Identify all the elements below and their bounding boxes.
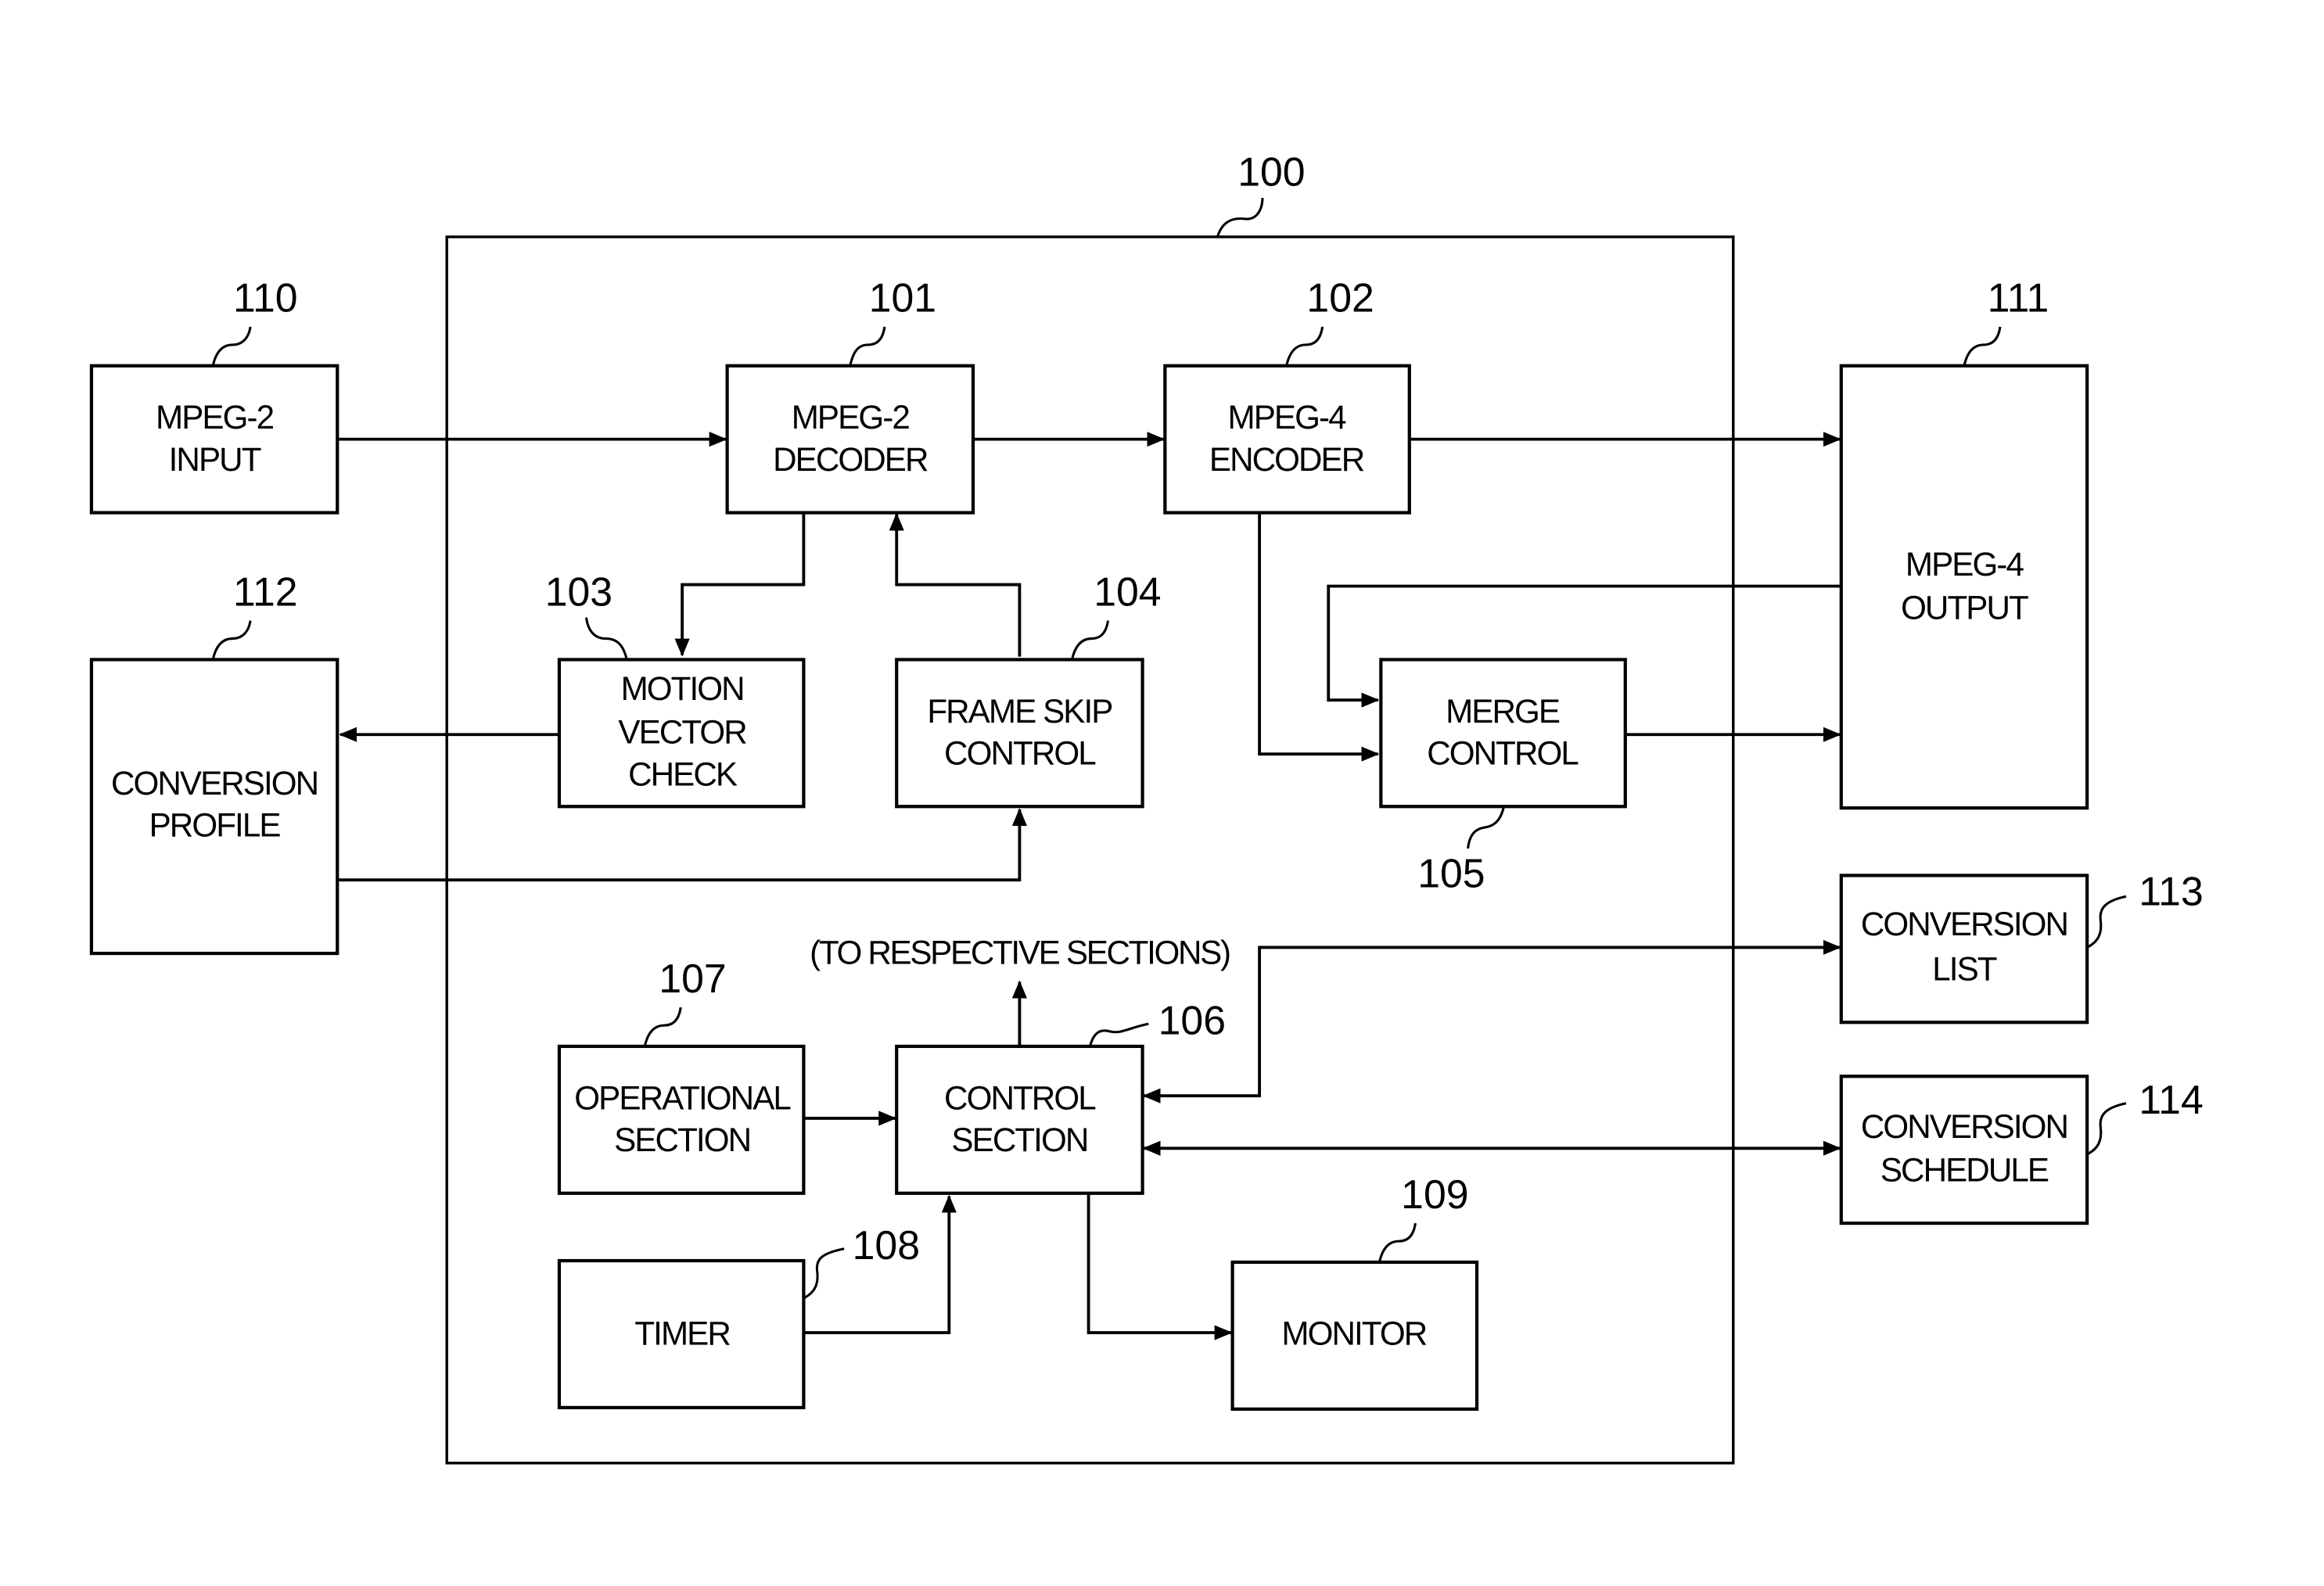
wire-profile-to-frame-skip xyxy=(337,808,1027,882)
svg-text:MOTION: MOTION xyxy=(621,670,744,707)
block-merge-control: MERGE CONTROL 105 xyxy=(1379,658,1627,896)
svg-text:FRAME SKIP: FRAME SKIP xyxy=(927,693,1112,730)
ref-114: 114 xyxy=(2139,1077,2204,1122)
svg-text:TIMER: TIMER xyxy=(634,1315,730,1351)
svg-text:CONVERSION: CONVERSION xyxy=(111,765,318,802)
wire-control-to-monitor xyxy=(1087,1193,1233,1340)
ref-103: 103 xyxy=(545,569,612,614)
svg-text:INPUT: INPUT xyxy=(169,441,261,478)
block-operational-section: OPERATIONAL SECTION 107 xyxy=(557,956,806,1195)
ref-100: 100 xyxy=(1237,149,1305,195)
svg-text:MPEG-4: MPEG-4 xyxy=(1906,546,2024,583)
block-conversion-schedule: CONVERSION SCHEDULE 114 xyxy=(1839,1075,2204,1225)
block-motion-vector-check: MOTION VECTOR CHECK 103 xyxy=(545,569,806,809)
svg-text:LIST: LIST xyxy=(1932,951,1997,988)
wire-list-control xyxy=(1142,939,1841,1103)
ref-112: 112 xyxy=(233,569,298,614)
svg-text:CONVERSION: CONVERSION xyxy=(1861,906,2067,942)
wire-decoder-to-motion-check xyxy=(674,512,806,657)
leader-100 xyxy=(1216,197,1264,238)
block-mpeg4-encoder: MPEG-4 ENCODER 102 xyxy=(1163,275,1411,515)
ref-113: 113 xyxy=(2139,869,2204,914)
svg-text:SECTION: SECTION xyxy=(614,1121,750,1158)
svg-text:CONTROL: CONTROL xyxy=(944,1079,1096,1116)
svg-text:PROFILE: PROFILE xyxy=(149,807,281,844)
svg-text:SECTION: SECTION xyxy=(951,1121,1087,1158)
wire-encoder-to-merge xyxy=(1258,512,1380,762)
block-mpeg2-input: MPEG-2 INPUT 110 xyxy=(89,275,339,515)
svg-text:DECODER: DECODER xyxy=(773,441,928,478)
block-diagram: 100 MPEG-2 INPUT 110 MPEG-2 DECODER 101 xyxy=(89,149,2204,1465)
svg-text:ENCODER: ENCODER xyxy=(1209,441,1364,478)
ref-111: 111 xyxy=(1988,275,2049,321)
block-frame-skip-control: FRAME SKIP CONTROL 104 xyxy=(895,569,1162,809)
svg-text:CONTROL: CONTROL xyxy=(944,735,1096,772)
svg-text:CHECK: CHECK xyxy=(628,755,738,792)
ref-106: 106 xyxy=(1158,998,1226,1043)
block-timer: TIMER 108 xyxy=(557,1222,920,1409)
svg-text:OUTPUT: OUTPUT xyxy=(1901,590,2028,626)
svg-text:MPEG-2: MPEG-2 xyxy=(792,399,910,436)
ref-101: 101 xyxy=(869,275,936,321)
svg-text:SCHEDULE: SCHEDULE xyxy=(1880,1151,2049,1188)
svg-text:CONTROL: CONTROL xyxy=(1427,735,1579,772)
ref-108: 108 xyxy=(853,1222,920,1268)
wire-frame-skip-to-decoder xyxy=(889,512,1022,657)
block-monitor: MONITOR 109 xyxy=(1230,1172,1479,1411)
ref-104: 104 xyxy=(1094,569,1161,614)
block-mpeg4-output: MPEG-4 OUTPUT 111 xyxy=(1839,275,2089,810)
ref-107: 107 xyxy=(659,956,726,1001)
ref-105: 105 xyxy=(1417,851,1485,896)
svg-text:MPEG-4: MPEG-4 xyxy=(1228,399,1347,436)
note-to-respective-sections: (TO RESPECTIVE SECTIONS) xyxy=(810,935,1230,971)
svg-text:MERGE: MERGE xyxy=(1446,693,1560,730)
ref-109: 109 xyxy=(1401,1172,1468,1217)
svg-text:MONITOR: MONITOR xyxy=(1281,1315,1426,1351)
svg-text:OPERATIONAL: OPERATIONAL xyxy=(574,1079,791,1116)
svg-text:VECTOR: VECTOR xyxy=(618,714,746,751)
ref-102: 102 xyxy=(1306,275,1374,321)
block-conversion-profile: CONVERSION PROFILE 112 xyxy=(89,569,339,956)
svg-text:CONVERSION: CONVERSION xyxy=(1861,1108,2067,1145)
svg-text:MPEG-2: MPEG-2 xyxy=(156,399,274,436)
ref-110: 110 xyxy=(233,275,298,321)
block-conversion-list: CONVERSION LIST 113 xyxy=(1839,869,2204,1024)
block-mpeg2-decoder: MPEG-2 DECODER 101 xyxy=(725,275,975,515)
